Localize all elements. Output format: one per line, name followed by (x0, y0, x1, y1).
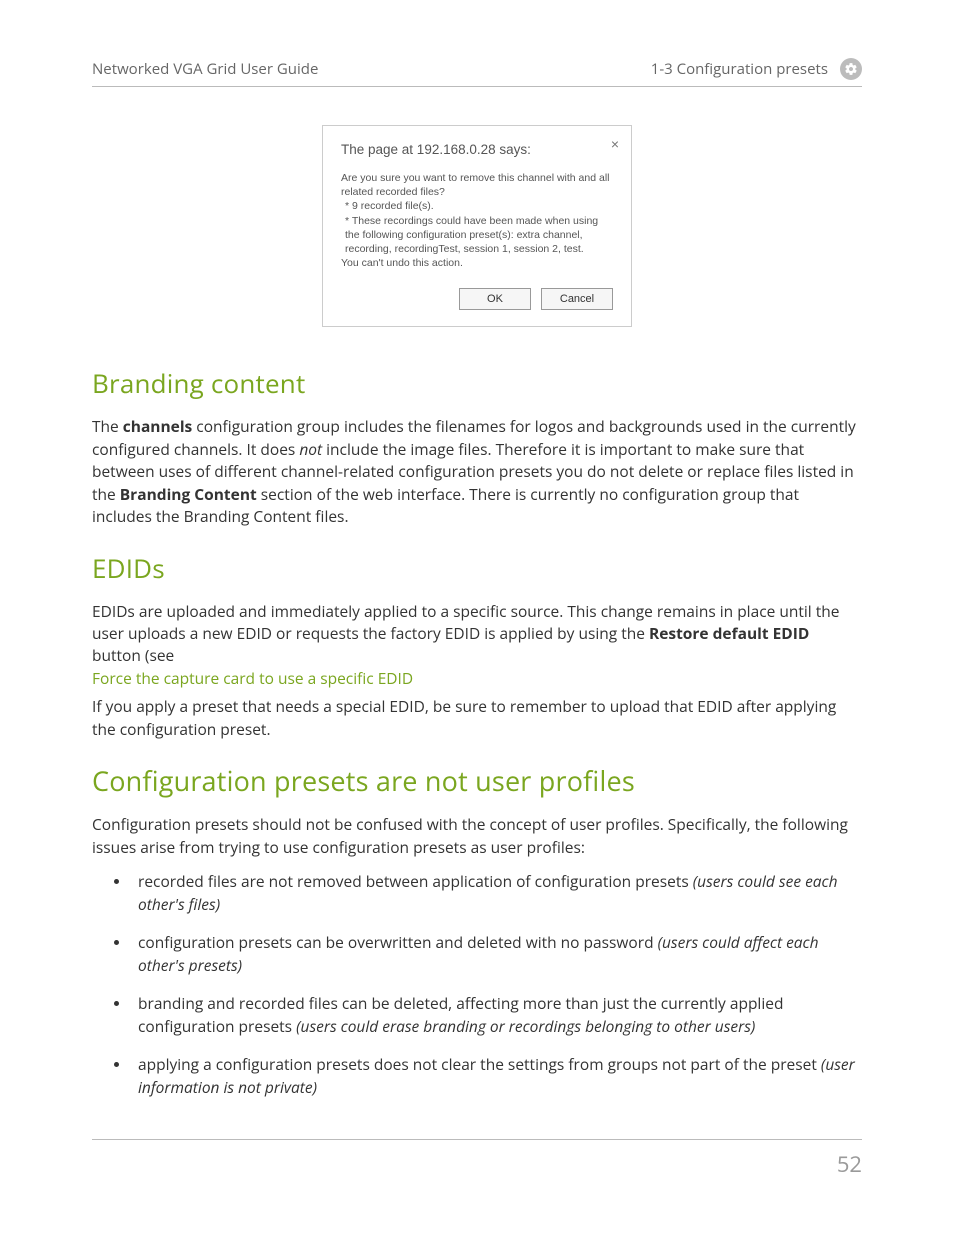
dialog-line: * 9 recorded file(s). (341, 199, 613, 213)
dialog-line: Are you sure you want to remove this cha… (341, 171, 613, 199)
header-rule (92, 86, 862, 87)
list-item: branding and recorded files can be delet… (132, 992, 862, 1037)
dialog-body: Are you sure you want to remove this cha… (341, 171, 613, 270)
dialog-title: The page at 192.168.0.28 says: (341, 142, 613, 157)
dialog-line: * These recordings could have been made … (341, 214, 613, 257)
cancel-button[interactable]: Cancel (541, 288, 613, 310)
page-number: 52 (837, 1149, 862, 1179)
edid-link[interactable]: Force the capture card to use a specific… (92, 667, 413, 689)
config-intro: Configuration presets should not be conf… (92, 813, 862, 858)
dialog-wrap: × The page at 192.168.0.28 says: Are you… (92, 125, 862, 327)
list-item: configuration presets can be overwritten… (132, 931, 862, 976)
edids-paragraph-2: If you apply a preset that needs a speci… (92, 695, 862, 740)
header-left: Networked VGA Grid User Guide (92, 59, 318, 79)
config-bullet-list: recorded files are not removed between a… (92, 870, 862, 1098)
heading-branding: Branding content (92, 365, 862, 401)
dialog-buttons: OK Cancel (341, 288, 613, 310)
list-item: recorded files are not removed between a… (132, 870, 862, 915)
close-icon[interactable]: × (611, 136, 619, 152)
header-right: 1-3 Configuration presets (651, 59, 828, 79)
heading-edids: EDIDs (92, 550, 862, 586)
footer-rule (92, 1139, 862, 1140)
page-header: Networked VGA Grid User Guide 1-3 Config… (92, 58, 862, 86)
ok-button[interactable]: OK (459, 288, 531, 310)
gear-icon (840, 58, 862, 80)
branding-paragraph: The channels configuration group include… (92, 415, 862, 527)
heading-config-presets: Configuration presets are not user profi… (92, 762, 862, 799)
edids-paragraph-1: EDIDs are uploaded and immediately appli… (92, 600, 862, 690)
page: Networked VGA Grid User Guide 1-3 Config… (0, 0, 954, 1235)
dialog-line: You can't undo this action. (341, 256, 613, 270)
list-item: applying a configuration presets does no… (132, 1053, 862, 1098)
confirm-dialog: × The page at 192.168.0.28 says: Are you… (322, 125, 632, 327)
